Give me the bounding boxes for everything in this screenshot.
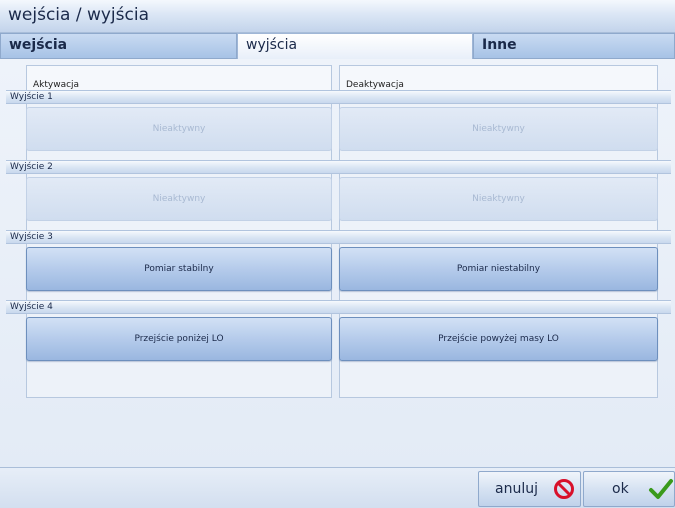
tab-wyjscia-label: wyjścia	[246, 37, 298, 53]
ok-button-label: ok	[612, 481, 629, 497]
output-2-activation-button[interactable]: Nieaktywny	[26, 177, 332, 221]
checkmark-icon	[649, 479, 673, 499]
output-1-title: Wyjście 1	[10, 92, 53, 102]
output-4-activation-button[interactable]: Przejście poniżej LO	[26, 317, 332, 361]
tab-wejscia-label: wejścia	[9, 37, 68, 53]
output-3-title: Wyjście 3	[10, 232, 53, 242]
activation-column-label: Aktywacja	[33, 80, 80, 90]
output-2-title: Wyjście 2	[10, 162, 53, 172]
title-bar: wejścia / wyjścia	[0, 0, 675, 33]
output-3-deactivation-button[interactable]: Pomiar niestabilny	[339, 247, 658, 291]
tab-wejscia[interactable]: wejścia	[0, 33, 237, 59]
output-4-section: Wyjście 4 Przejście poniżej LO Przejście…	[6, 300, 671, 398]
output-3-header: Wyjście 3	[6, 230, 671, 244]
activation-column-header: Aktywacja	[26, 65, 332, 93]
output-2-section: Wyjście 2 Nieaktywny Nieaktywny	[6, 160, 671, 233]
window-title: wejścia / wyjścia	[8, 5, 149, 25]
tab-inne-label: Inne	[482, 37, 517, 53]
tab-inne[interactable]: Inne	[473, 33, 675, 59]
output-3-activation-button[interactable]: Pomiar stabilny	[26, 247, 332, 291]
tab-wyjscia[interactable]: wyjścia	[237, 33, 473, 59]
output-4-deactivation-button[interactable]: Przejście powyżej masy LO	[339, 317, 658, 361]
ok-button[interactable]: ok	[583, 471, 675, 507]
output-2-deactivation-button[interactable]: Nieaktywny	[339, 177, 658, 221]
output-1-deactivation-button[interactable]: Nieaktywny	[339, 107, 658, 151]
output-3-section: Wyjście 3 Pomiar stabilny Pomiar niestab…	[6, 230, 671, 303]
outputs-panel: Aktywacja Deaktywacja Wyjście 1 Nieaktyw…	[0, 59, 675, 467]
cancel-button[interactable]: anuluj	[478, 471, 581, 507]
no-entry-icon	[554, 479, 574, 499]
output-1-activation-button[interactable]: Nieaktywny	[26, 107, 332, 151]
tab-bar: wejścia wyjścia Inne	[0, 33, 675, 59]
output-4-title: Wyjście 4	[10, 302, 53, 312]
cancel-button-label: anuluj	[495, 481, 538, 497]
footer-bar: anuluj ok	[0, 467, 675, 508]
output-1-section: Wyjście 1 Nieaktywny Nieaktywny	[6, 90, 671, 163]
output-1-header: Wyjście 1	[6, 90, 671, 104]
output-2-header: Wyjście 2	[6, 160, 671, 174]
deactivation-column-label: Deaktywacja	[346, 80, 404, 90]
deactivation-column-header: Deaktywacja	[339, 65, 658, 93]
output-4-header: Wyjście 4	[6, 300, 671, 314]
